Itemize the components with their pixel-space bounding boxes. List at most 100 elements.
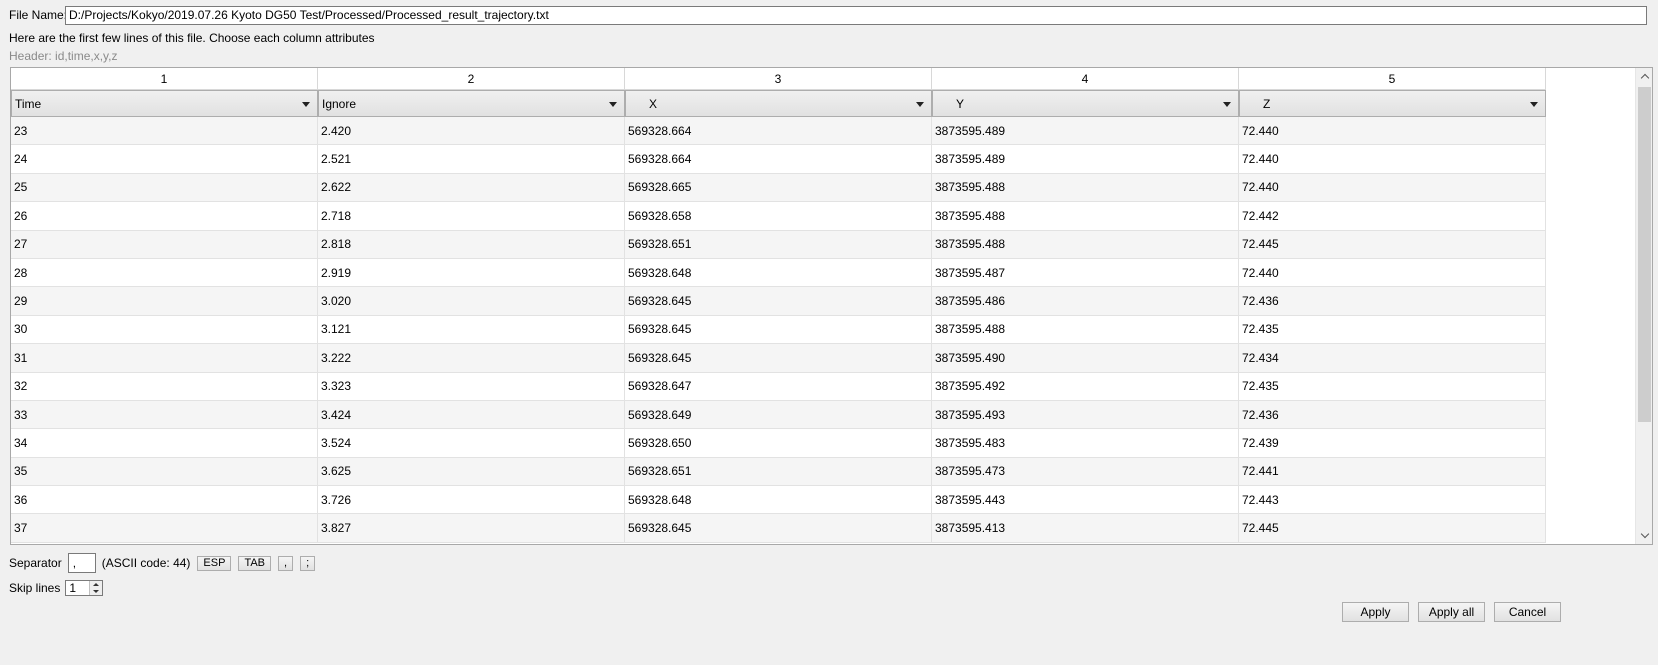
- table-cell[interactable]: 569328.658: [625, 202, 932, 230]
- skip-lines-spinbox[interactable]: 1: [65, 579, 104, 596]
- table-cell[interactable]: 569328.651: [625, 457, 932, 486]
- spin-up-icon[interactable]: [90, 581, 102, 588]
- table-cell[interactable]: 72.439: [1239, 429, 1546, 457]
- table-row[interactable]: 35 3.625 569328.651 3873595.473 72.441: [11, 457, 1546, 487]
- table-cell[interactable]: 37: [11, 514, 318, 542]
- table-row[interactable]: 28 2.919 569328.648 3873595.487 72.440: [11, 258, 1546, 288]
- table-cell[interactable]: 3.726: [318, 486, 625, 514]
- vertical-scrollbar[interactable]: [1635, 68, 1652, 544]
- table-cell[interactable]: 27: [11, 230, 318, 258]
- table-cell[interactable]: 72.436: [1239, 287, 1546, 315]
- table-cell[interactable]: 2.622: [318, 173, 625, 202]
- table-cell[interactable]: 569328.650: [625, 429, 932, 457]
- table-cell[interactable]: 3.020: [318, 287, 625, 315]
- column-attribute-select-3[interactable]: X: [625, 90, 932, 117]
- table-cell[interactable]: 33: [11, 400, 318, 429]
- table-cell[interactable]: 3873595.483: [932, 429, 1239, 457]
- table-cell[interactable]: 3.121: [318, 315, 625, 344]
- table-cell[interactable]: 72.445: [1239, 230, 1546, 258]
- separator-input[interactable]: ,: [67, 553, 96, 573]
- table-cell[interactable]: 569328.645: [625, 287, 932, 315]
- table-cell[interactable]: 3873595.488: [932, 315, 1239, 344]
- table-cell[interactable]: 72.434: [1239, 344, 1546, 372]
- table-cell[interactable]: 28: [11, 258, 318, 287]
- table-cell[interactable]: 569328.664: [625, 117, 932, 145]
- apply-button[interactable]: Apply: [1342, 602, 1409, 622]
- table-cell[interactable]: 3.424: [318, 400, 625, 429]
- table-row[interactable]: 26 2.718 569328.658 3873595.488 72.442: [11, 202, 1546, 231]
- column-attribute-select-5[interactable]: Z: [1239, 90, 1546, 117]
- table-cell[interactable]: 36: [11, 486, 318, 514]
- table-cell[interactable]: 3873595.443: [932, 486, 1239, 514]
- table-cell[interactable]: 3.222: [318, 344, 625, 372]
- table-cell[interactable]: 72.440: [1239, 258, 1546, 287]
- table-cell[interactable]: 3873595.413: [932, 514, 1239, 542]
- table-cell[interactable]: 2.718: [318, 202, 625, 230]
- table-cell[interactable]: 2.919: [318, 258, 625, 287]
- scroll-down-icon[interactable]: [1636, 527, 1652, 544]
- table-cell[interactable]: 569328.647: [625, 372, 932, 400]
- separator-semicolon-button[interactable]: ;: [300, 555, 316, 571]
- scroll-thumb[interactable]: [1638, 87, 1651, 422]
- table-cell[interactable]: 72.435: [1239, 315, 1546, 344]
- table-cell[interactable]: 3873595.487: [932, 258, 1239, 287]
- table-cell[interactable]: 569328.651: [625, 230, 932, 258]
- table-cell[interactable]: 3873595.488: [932, 230, 1239, 258]
- table-cell[interactable]: 3873595.489: [932, 145, 1239, 173]
- file-name-field[interactable]: D:/Projects/Kokyo/2019.07.26 Kyoto DG50 …: [65, 6, 1647, 25]
- table-cell[interactable]: 569328.665: [625, 173, 932, 202]
- table-cell[interactable]: 569328.648: [625, 258, 932, 287]
- table-cell[interactable]: 3.625: [318, 457, 625, 486]
- table-cell[interactable]: 72.435: [1239, 372, 1546, 400]
- table-cell[interactable]: 3.827: [318, 514, 625, 542]
- table-cell[interactable]: 34: [11, 429, 318, 457]
- table-cell[interactable]: 569328.649: [625, 400, 932, 429]
- table-cell[interactable]: 25: [11, 173, 318, 202]
- table-cell[interactable]: 3873595.486: [932, 287, 1239, 315]
- table-cell[interactable]: 3873595.489: [932, 117, 1239, 145]
- column-attribute-select-1[interactable]: Time: [11, 90, 318, 117]
- table-cell[interactable]: 3873595.490: [932, 344, 1239, 372]
- table-cell[interactable]: 3873595.473: [932, 457, 1239, 486]
- table-cell[interactable]: 72.440: [1239, 145, 1546, 173]
- table-cell[interactable]: 569328.648: [625, 486, 932, 514]
- table-cell[interactable]: 32: [11, 372, 318, 400]
- table-cell[interactable]: 35: [11, 457, 318, 486]
- table-cell[interactable]: 26: [11, 202, 318, 230]
- table-cell[interactable]: 2.521: [318, 145, 625, 173]
- column-attribute-select-4[interactable]: Y: [932, 90, 1239, 117]
- table-cell[interactable]: 3873595.488: [932, 202, 1239, 230]
- column-attribute-select-2[interactable]: Ignore: [318, 90, 625, 117]
- table-cell[interactable]: 72.440: [1239, 117, 1546, 145]
- table-cell[interactable]: 72.441: [1239, 457, 1546, 486]
- table-cell[interactable]: 23: [11, 117, 318, 145]
- table-cell[interactable]: 72.443: [1239, 486, 1546, 514]
- table-cell[interactable]: 29: [11, 287, 318, 315]
- table-cell[interactable]: 3.323: [318, 372, 625, 400]
- table-cell[interactable]: 2.420: [318, 117, 625, 145]
- table-row[interactable]: 36 3.726 569328.648 3873595.443 72.443: [11, 486, 1546, 515]
- table-row[interactable]: 32 3.323 569328.647 3873595.492 72.435: [11, 372, 1546, 401]
- table-row[interactable]: 37 3.827 569328.645 3873595.413 72.445: [11, 514, 1546, 543]
- table-cell[interactable]: 72.442: [1239, 202, 1546, 230]
- separator-comma-button[interactable]: ,: [278, 555, 294, 571]
- table-cell[interactable]: 72.436: [1239, 400, 1546, 429]
- table-row[interactable]: 27 2.818 569328.651 3873595.488 72.445: [11, 230, 1546, 259]
- table-cell[interactable]: 72.445: [1239, 514, 1546, 542]
- table-cell[interactable]: 72.440: [1239, 173, 1546, 202]
- scroll-up-icon[interactable]: [1636, 68, 1652, 85]
- table-cell[interactable]: 3873595.488: [932, 173, 1239, 202]
- table-cell[interactable]: 569328.645: [625, 514, 932, 542]
- table-row[interactable]: 34 3.524 569328.650 3873595.483 72.439: [11, 429, 1546, 458]
- table-cell[interactable]: 569328.664: [625, 145, 932, 173]
- table-row[interactable]: 29 3.020 569328.645 3873595.486 72.436: [11, 287, 1546, 316]
- table-row[interactable]: 33 3.424 569328.649 3873595.493 72.436: [11, 400, 1546, 430]
- table-cell[interactable]: 2.818: [318, 230, 625, 258]
- table-row[interactable]: 25 2.622 569328.665 3873595.488 72.440: [11, 173, 1546, 203]
- spin-down-icon[interactable]: [90, 588, 102, 595]
- table-row[interactable]: 31 3.222 569328.645 3873595.490 72.434: [11, 344, 1546, 373]
- apply-all-button[interactable]: Apply all: [1418, 602, 1485, 622]
- table-cell[interactable]: 569328.645: [625, 315, 932, 344]
- table-cell[interactable]: 3873595.492: [932, 372, 1239, 400]
- table-cell[interactable]: 3873595.493: [932, 400, 1239, 429]
